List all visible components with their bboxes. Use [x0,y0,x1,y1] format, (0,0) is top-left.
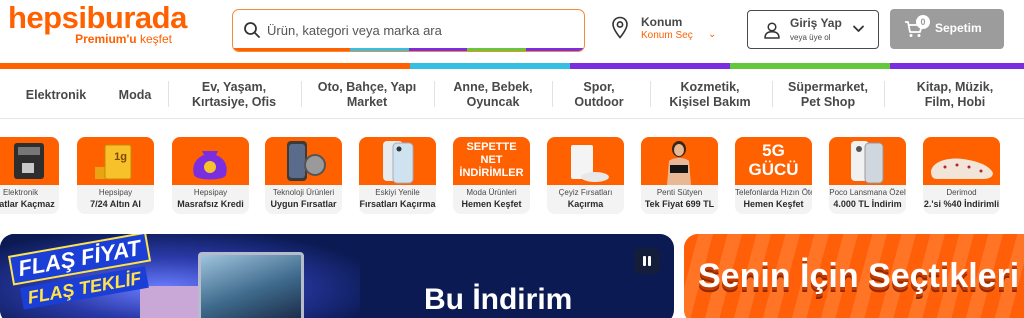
search-underline [233,48,584,51]
location-subtitle: Konum Seç [641,30,693,41]
location-pin-icon [612,16,628,39]
category-supermarket[interactable]: Süpermarket, Pet Shop [776,79,880,111]
cart-count-badge: 0 [916,15,930,29]
hero-banner[interactable]: FLAŞ FİYAT FLAŞ TEKLİF Bu İndirim [0,234,674,318]
tile-title: Hemen Keşfet [743,199,804,209]
phone-watch-icon [265,137,342,185]
gold-bar-text: 1g [114,151,127,163]
cart-label: Sepetim [935,21,982,35]
picks-banner[interactable]: Senin İçin Seçtikleri [684,234,1024,318]
promo-tile[interactable]: Derimod 2.'si %40 İndirimli [923,137,1000,214]
tile-caption: Penti Sütyen [656,188,703,197]
tile-caption: Hepsipay [193,188,228,197]
premium-link[interactable]: Premium'u keşfet [75,33,172,45]
promo-tile[interactable]: Penti Sütyen Tek Fiyat 699 TL [641,137,718,214]
category-divider [434,81,435,107]
laptop-image [198,252,304,318]
text-banner-icon: SEPETTE NET İNDİRİMLER [453,137,530,185]
promo-tiles: Elektronik Fiyatlar Kaçmaz 1g Hepsipay 7… [0,137,1024,214]
smartphone-icon [359,137,436,185]
banner-title: Bu İndirim [424,283,573,316]
tile-title: Masrafsız Kredi [177,199,244,209]
tile-caption: Moda Ürünleri [466,188,517,197]
promo-tile[interactable]: Elektronik Fiyatlar Kaçmaz [0,137,59,214]
promo-tile[interactable]: 5G GÜCÜ Telefonlarda Hızın Ötesi Hemen K… [735,137,812,214]
category-mother-baby[interactable]: Anne, Bebek, Oyuncak [438,79,548,111]
promo-tile[interactable]: SEPETTE NET İNDİRİMLER Moda Ürünleri Hem… [453,137,530,214]
search-bar[interactable] [232,9,585,52]
gold-bar-icon: 1g [77,137,154,185]
picks-banner-title: Senin İçin Seçtikleri [698,257,1020,295]
tile-title: Hemen Keşfet [461,199,522,209]
category-divider [772,81,773,107]
5g-icon: 5G GÜCÜ [735,137,812,185]
shoe-icon [923,137,1000,185]
promo-tile[interactable]: Hepsipay Masrafsız Kredi [172,137,249,214]
tile-title: Fiyatlar Kaçmaz [0,199,55,209]
category-books-music[interactable]: Kitap, Müzik, Film, Hobi [888,79,1022,111]
category-auto-garden[interactable]: Oto, Bahçe, Yapı Market [305,79,429,111]
tile-caption: Poco Lansmana Özel [829,188,906,197]
tile-title: 2.'si %40 İndirimli [923,199,1000,209]
category-divider [301,81,302,107]
coffee-machine-icon [0,137,59,185]
model-photo-icon [641,137,718,185]
tile-title: Uygun Fırsatlar [270,199,337,209]
promo-tile[interactable]: 1g Hepsipay 7/24 Altın Al [77,137,154,214]
pause-icon [643,256,651,266]
category-sports[interactable]: Spor, Outdoor [556,79,642,111]
promo-tile[interactable]: Teknoloji Ürünleri Uygun Fırsatlar [265,137,342,214]
robot-vacuum-icon [547,137,624,185]
user-icon [764,22,780,39]
5g-text: 5G GÜCÜ [748,141,799,179]
location-selector[interactable]: Konum Konum Seç ⌄ [611,14,721,46]
cart-button[interactable]: 0 Sepetim [890,9,1004,49]
tile-title: Tek Fiyat 699 TL [644,199,715,209]
pause-button[interactable] [634,248,660,274]
category-nav: Elektronik Moda Ev, Yaşam, Kırtasiye, Of… [0,69,1024,119]
category-divider [552,81,553,107]
logo-wordmark: hepsiburada [8,0,187,35]
logo-sub-rest: keşfet [136,32,172,46]
login-title: Giriş Yap [790,16,842,30]
tile-caption: Eskiyi Yenile [375,188,420,197]
login-subtitle: veya üye ol [790,33,831,42]
category-divider [168,81,169,107]
category-electronics[interactable]: Elektronik [14,79,98,111]
promo-tile[interactable]: Eskiyi Yenile Fırsatları Kaçırma [359,137,436,214]
tile-caption: Çeyiz Fırsatları [558,188,613,197]
tile-caption: Elektronik [2,188,39,197]
category-home-living[interactable]: Ev, Yaşam, Kırtasiye, Ofis [172,79,296,111]
promo-tile[interactable]: Poco Lansmana Özel 4.000 TL İndirim [829,137,906,214]
banner-text: SEPETTE NET İNDİRİMLER [459,141,524,179]
promo-tile[interactable]: Çeyiz Fırsatları Kaçırma [547,137,624,214]
smartphone-icon [829,137,906,185]
tile-caption: Teknoloji Ürünleri [272,188,335,197]
tile-title: 7/24 Altın Al [90,199,141,209]
location-title: Konum [641,15,683,29]
chevron-down-icon [853,25,864,32]
tile-caption: Derimod [946,188,977,197]
money-bag-icon [172,137,249,185]
logo-sub-bold: Premium'u [75,32,137,46]
category-divider [884,81,885,107]
tile-title: 4.000 TL İndirim [833,199,902,209]
tile-title: Kaçırma [567,199,604,209]
search-icon [244,22,260,38]
tile-title: Fırsatları Kaçırma [359,199,436,209]
hepsiburada-logo[interactable]: hepsiburada Premium'u keşfet [8,2,187,46]
tile-caption: Telefonlarda Hızın Ötesi [735,188,812,197]
category-fashion[interactable]: Moda [105,79,165,111]
login-button[interactable]: Giriş Yap veya üye ol [747,10,879,49]
search-input[interactable] [267,19,567,41]
chevron-down-icon: ⌄ [708,29,717,40]
category-cosmetics[interactable]: Kozmetik, Kişisel Bakım [654,79,766,111]
category-divider [650,81,651,107]
tile-caption: Hepsipay [98,188,133,197]
